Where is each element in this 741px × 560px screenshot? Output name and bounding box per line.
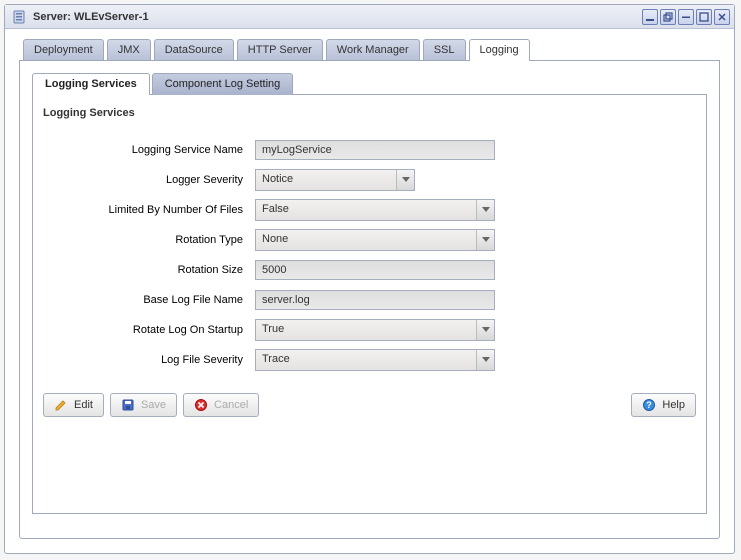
content-area: Deployment JMX DataSource HTTP Server Wo… (5, 29, 734, 553)
chevron-down-icon (476, 230, 494, 250)
tab-http-server[interactable]: HTTP Server (237, 39, 323, 61)
label-rotate-startup: Rotate Log On Startup (43, 324, 255, 336)
rotation-type-select[interactable]: None (255, 229, 495, 251)
row-base-file: Base Log File Name (43, 285, 696, 315)
limited-files-select[interactable]: False (255, 199, 495, 221)
chevron-down-icon (476, 350, 494, 370)
tab-logging[interactable]: Logging (469, 39, 530, 61)
service-name-field[interactable] (255, 140, 495, 160)
chevron-down-icon (476, 200, 494, 220)
row-file-severity: Log File Severity Trace (43, 345, 696, 375)
pencil-icon (54, 398, 68, 412)
base-file-field[interactable] (255, 290, 495, 310)
file-severity-select[interactable]: Trace (255, 349, 495, 371)
label-rotation-type: Rotation Type (43, 234, 255, 246)
help-button[interactable]: ? Help (631, 393, 696, 417)
label-file-severity: Log File Severity (43, 354, 255, 366)
label-limited-files: Limited By Number Of Files (43, 204, 255, 216)
form: Logging Service Name Logger Severity Not… (43, 135, 696, 375)
label-rotation-size: Rotation Size (43, 264, 255, 276)
tab-jmx[interactable]: JMX (107, 39, 151, 61)
tab-work-manager[interactable]: Work Manager (326, 39, 420, 61)
save-button: Save (110, 393, 177, 417)
section-title: Logging Services (43, 107, 696, 119)
row-rotation-size: Rotation Size (43, 255, 696, 285)
restore-window-button[interactable] (660, 9, 676, 25)
collapse-button[interactable] (642, 9, 658, 25)
logging-services-panel: Logging Services Logging Service Name Lo… (32, 94, 707, 514)
server-config-window: Server: WLEvServer-1 Deployment JMX Data… (4, 4, 735, 554)
sub-tab-strip: Logging Services Component Log Setting (32, 73, 707, 95)
window-controls (642, 9, 730, 25)
subtab-logging-services[interactable]: Logging Services (32, 73, 150, 95)
cancel-icon (194, 398, 208, 412)
minimize-window-button[interactable] (678, 9, 694, 25)
label-service-name: Logging Service Name (43, 144, 255, 156)
button-bar: Edit Save Cancel ? Help (43, 393, 696, 417)
window-titlebar: Server: WLEvServer-1 (5, 5, 734, 29)
disk-icon (121, 398, 135, 412)
row-logger-severity: Logger Severity Notice (43, 165, 696, 195)
tab-ssl[interactable]: SSL (423, 39, 466, 61)
window-title: Server: WLEvServer-1 (33, 11, 149, 23)
tab-deployment[interactable]: Deployment (23, 39, 104, 61)
rotation-size-field[interactable] (255, 260, 495, 280)
chevron-down-icon (476, 320, 494, 340)
maximize-window-button[interactable] (696, 9, 712, 25)
row-service-name: Logging Service Name (43, 135, 696, 165)
row-rotate-startup: Rotate Log On Startup True (43, 315, 696, 345)
svg-text:?: ? (647, 400, 653, 410)
label-base-file: Base Log File Name (43, 294, 255, 306)
subtab-component-log-setting[interactable]: Component Log Setting (152, 73, 294, 95)
help-icon: ? (642, 398, 656, 412)
main-tab-strip: Deployment JMX DataSource HTTP Server Wo… (19, 39, 720, 61)
close-window-button[interactable] (714, 9, 730, 25)
chevron-down-icon (396, 170, 414, 190)
logger-severity-select[interactable]: Notice (255, 169, 415, 191)
cancel-button: Cancel (183, 393, 259, 417)
tab-datasource[interactable]: DataSource (154, 39, 234, 61)
rotate-startup-select[interactable]: True (255, 319, 495, 341)
edit-button[interactable]: Edit (43, 393, 104, 417)
server-icon (11, 9, 27, 25)
row-rotation-type: Rotation Type None (43, 225, 696, 255)
logging-panel: Logging Services Component Log Setting L… (19, 60, 720, 539)
row-limited-files: Limited By Number Of Files False (43, 195, 696, 225)
label-logger-severity: Logger Severity (43, 174, 255, 186)
